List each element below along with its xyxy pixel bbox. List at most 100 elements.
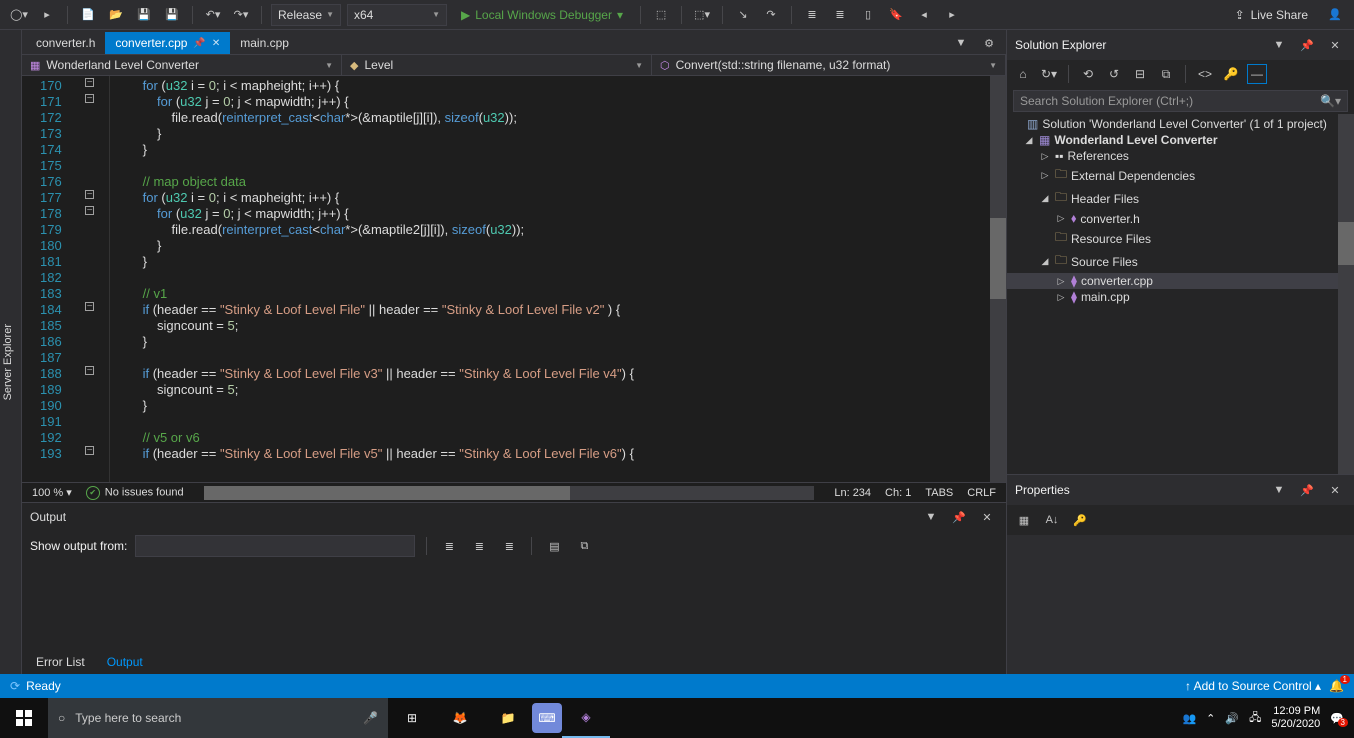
tab-output[interactable]: Output xyxy=(97,652,153,672)
add-source-control-button[interactable]: ↑ Add to Source Control ▴ xyxy=(1185,679,1321,693)
output-toggle-icon[interactable]: ≣ xyxy=(468,535,490,557)
step-over-icon[interactable]: ↷ xyxy=(760,4,782,26)
save-all-icon[interactable]: 💾 xyxy=(161,4,183,26)
server-explorer-tab[interactable]: Server Explorer xyxy=(0,320,16,404)
output-goto-icon[interactable]: ⧉ xyxy=(573,535,595,557)
new-file-icon[interactable]: 📄 xyxy=(77,4,99,26)
tab-converter-h[interactable]: converter.h xyxy=(26,32,105,54)
taskbar-search[interactable]: ○Type here to search🎤 xyxy=(48,698,388,738)
line-ending[interactable]: CRLF xyxy=(967,487,996,499)
comment-icon[interactable]: ▯ xyxy=(857,4,879,26)
code-content[interactable]: for (u32 i = 0; i < mapheight; i++) { fo… xyxy=(110,76,634,482)
start-button[interactable] xyxy=(0,698,48,738)
output-dropdown-icon[interactable]: ▼ xyxy=(920,506,942,528)
tab-converter-cpp[interactable]: converter.cpp📌✕ xyxy=(105,32,230,54)
props-categorized-icon[interactable]: ▦ xyxy=(1013,509,1035,531)
task-view-icon[interactable]: ⊞ xyxy=(388,698,436,738)
health-indicator[interactable]: No issues found xyxy=(86,486,184,500)
taskbar-clock[interactable]: 12:09 PM5/20/2020 xyxy=(1271,705,1320,731)
undo-icon[interactable]: ↶▾ xyxy=(202,4,224,26)
se-code-icon[interactable]: <> xyxy=(1195,64,1215,84)
props-events-icon[interactable]: 🔑 xyxy=(1069,509,1091,531)
nav-project-dropdown[interactable]: ▦Wonderland Level Converter▼ xyxy=(22,55,342,75)
start-debug-button[interactable]: ▶ Local Windows Debugger ▾ xyxy=(453,4,631,26)
indent-right-icon[interactable]: ≣ xyxy=(829,4,851,26)
props-pin-icon[interactable]: 📌 xyxy=(1296,479,1318,501)
tree-solution[interactable]: ▥Solution 'Wonderland Level Converter' (… xyxy=(1007,116,1354,132)
user-icon[interactable]: 👤 xyxy=(1324,4,1346,26)
redo-icon[interactable]: ↷▾ xyxy=(230,4,252,26)
se-home-icon[interactable]: ⌂ xyxy=(1013,64,1033,84)
props-alpha-icon[interactable]: A↓ xyxy=(1041,509,1063,531)
doc-dropdown-icon[interactable]: ▼ xyxy=(950,32,972,54)
se-collapse-icon[interactable]: ⊟ xyxy=(1130,64,1150,84)
props-close-icon[interactable]: ✕ xyxy=(1324,479,1346,501)
bookmark-icon[interactable]: 🔖 xyxy=(885,4,907,26)
se-dropdown-icon[interactable]: ▼ xyxy=(1268,34,1290,56)
nav-class-dropdown[interactable]: ◆Level▼ xyxy=(342,55,652,75)
notifications-icon[interactable]: 🔔1 xyxy=(1329,679,1344,693)
output-pin-icon[interactable]: 📌 xyxy=(948,506,970,528)
nav-fwd-icon[interactable]: ▸ xyxy=(36,4,58,26)
tray-expand-icon[interactable]: ⌃ xyxy=(1206,712,1215,725)
indent-left-icon[interactable]: ≣ xyxy=(801,4,823,26)
save-icon[interactable]: 💾 xyxy=(133,4,155,26)
action-center-icon[interactable]: 💬3 xyxy=(1330,712,1344,725)
tree-project[interactable]: ◢▦Wonderland Level Converter xyxy=(1007,132,1354,148)
pin-icon[interactable]: 📌 xyxy=(193,38,205,49)
taskbar-app-firefox[interactable]: 🦊 xyxy=(436,698,484,738)
step-into-icon[interactable]: ↘ xyxy=(732,4,754,26)
props-dropdown-icon[interactable]: ▼ xyxy=(1268,479,1290,501)
tree-resource-files[interactable]: 🗀Resource Files xyxy=(1007,227,1354,250)
output-close-icon[interactable]: ✕ xyxy=(976,506,998,528)
output-body[interactable] xyxy=(22,561,1006,650)
bookmark-prev-icon[interactable]: ◂ xyxy=(913,4,935,26)
tree-source-files[interactable]: ◢🗀Source Files xyxy=(1007,250,1354,273)
tree-external-deps[interactable]: ▷🗀External Dependencies xyxy=(1007,164,1354,187)
se-refresh-icon[interactable]: ↺ xyxy=(1104,64,1124,84)
editor-vscrollbar[interactable] xyxy=(990,76,1006,482)
tab-error-list[interactable]: Error List xyxy=(26,652,95,672)
se-showall-icon[interactable]: ⧉ xyxy=(1156,64,1176,84)
tab-main-cpp[interactable]: main.cpp xyxy=(230,32,299,54)
toolbar-btn-a[interactable]: ⬚ xyxy=(650,4,672,26)
nav-function-dropdown[interactable]: ⬡Convert(std::string filename, u32 forma… xyxy=(652,55,1006,75)
zoom-level[interactable]: 100 % ▾ xyxy=(32,486,72,499)
close-icon[interactable]: ✕ xyxy=(212,38,220,49)
tree-converter-cpp[interactable]: ▷⧫converter.cpp xyxy=(1007,273,1354,289)
editor-hscrollbar[interactable] xyxy=(204,486,815,500)
taskbar-app-vs[interactable]: ◈ xyxy=(562,698,610,738)
solution-config-dropdown[interactable]: Release▼ xyxy=(271,4,341,26)
se-vscrollbar[interactable] xyxy=(1338,114,1354,474)
tree-converter-h[interactable]: ▷⬧converter.h xyxy=(1007,210,1354,227)
platform-dropdown[interactable]: x64▼ xyxy=(347,4,447,26)
toolbar-btn-b[interactable]: ⬚▾ xyxy=(691,4,713,26)
indent-mode[interactable]: TABS xyxy=(925,487,953,499)
se-preview-icon[interactable]: — xyxy=(1247,64,1267,84)
tree-header-files[interactable]: ◢🗀Header Files xyxy=(1007,187,1354,210)
se-pin-icon[interactable]: 📌 xyxy=(1296,34,1318,56)
open-file-icon[interactable]: 📂 xyxy=(105,4,127,26)
tree-main-cpp[interactable]: ▷⧫main.cpp xyxy=(1007,289,1354,305)
output-indent-icon[interactable]: ▤ xyxy=(543,535,565,557)
output-clear-icon[interactable]: ≣ xyxy=(438,535,460,557)
tray-network-icon[interactable]: 🖧 xyxy=(1249,709,1261,728)
taskbar-app-explorer[interactable]: 📁 xyxy=(484,698,532,738)
outline-gutter[interactable] xyxy=(70,76,110,482)
tray-volume-icon[interactable]: 🔊 xyxy=(1225,712,1239,725)
se-properties-icon[interactable]: 🔑 xyxy=(1221,64,1241,84)
code-editor[interactable]: 170171172173 174175176177 178179180181 1… xyxy=(22,76,1006,482)
nav-back-icon[interactable]: ◯▾ xyxy=(8,4,30,26)
doc-settings-icon[interactable]: ⚙ xyxy=(978,32,1000,54)
taskbar-app-discord[interactable]: ⌨ xyxy=(532,703,562,733)
output-source-dropdown[interactable] xyxy=(135,535,415,557)
se-sync-icon[interactable]: ⟲ xyxy=(1078,64,1098,84)
bookmark-next-icon[interactable]: ▸ xyxy=(941,4,963,26)
tray-people-icon[interactable]: 👥 xyxy=(1182,712,1196,725)
se-close-icon[interactable]: ✕ xyxy=(1324,34,1346,56)
se-back-icon[interactable]: ↻▾ xyxy=(1039,64,1059,84)
solution-tree[interactable]: ▥Solution 'Wonderland Level Converter' (… xyxy=(1007,114,1354,474)
se-search-input[interactable]: Search Solution Explorer (Ctrl+;) 🔍▾ xyxy=(1013,90,1348,112)
tree-references[interactable]: ▷▪▪References xyxy=(1007,148,1354,164)
live-share-button[interactable]: ⇪ Live Share xyxy=(1225,8,1318,22)
